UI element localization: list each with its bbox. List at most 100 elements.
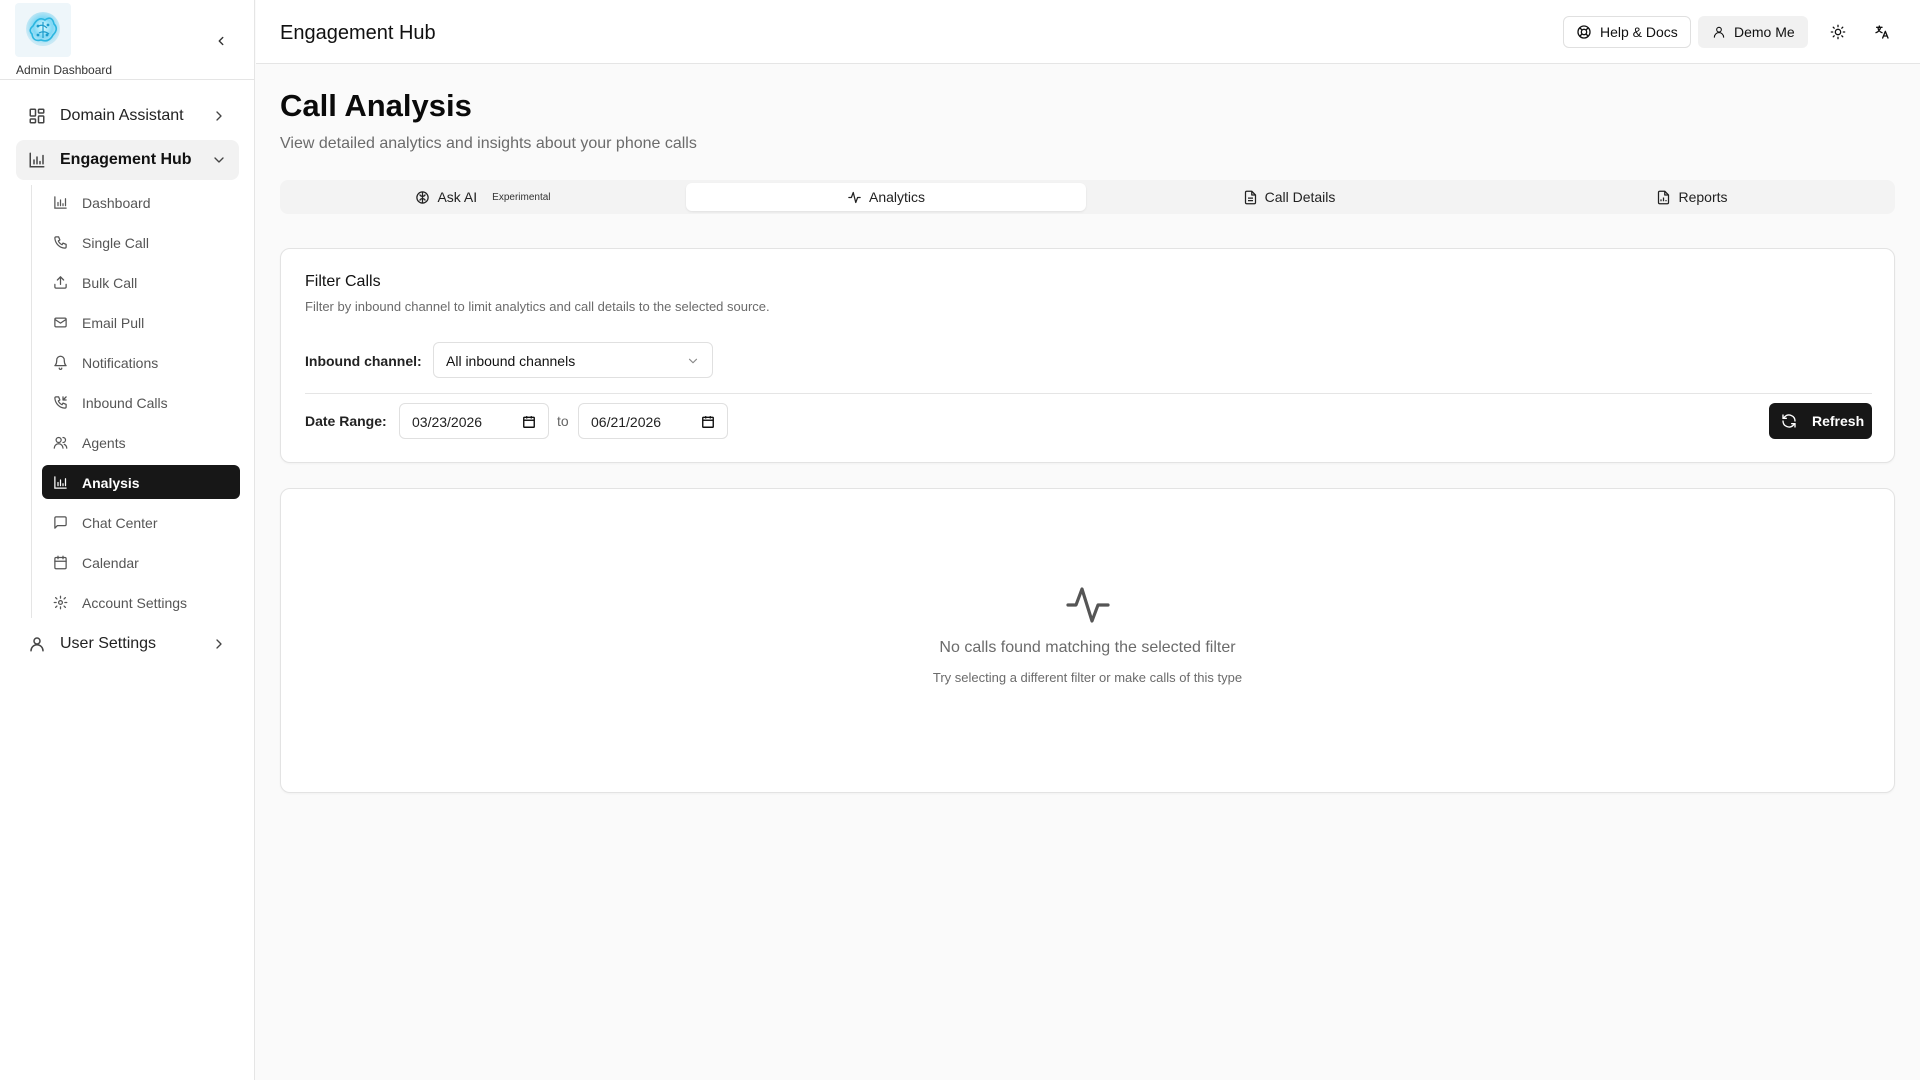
upload-icon <box>54 276 67 289</box>
help-docs-label: Help & Docs <box>1600 24 1678 40</box>
chevron-down-icon <box>214 157 224 163</box>
sidebar-item-analysis[interactable]: Analysis <box>42 465 240 499</box>
divider <box>305 393 1872 394</box>
sidebar: Admin Dashboard Domain Assistant Engagem… <box>0 0 255 1080</box>
sidebar-item-notifications[interactable]: Notifications <box>42 345 240 379</box>
inbound-channel-select[interactable]: All inbound channels <box>433 342 713 378</box>
sidebar-item-agents[interactable]: Agents <box>42 425 240 459</box>
phone-icon <box>54 236 67 249</box>
user-icon <box>1713 26 1725 38</box>
lifebuoy-icon <box>1577 25 1591 39</box>
mail-icon <box>54 317 67 328</box>
sidebar-item-label: Single Call <box>82 235 149 251</box>
help-docs-button[interactable]: Help & Docs <box>1563 16 1691 48</box>
tab-reports[interactable]: Reports <box>1492 183 1892 211</box>
theme-toggle-button[interactable] <box>1822 16 1854 48</box>
top-header: Engagement Hub Help & Docs Demo Me <box>256 0 1920 64</box>
sidebar-item-calendar[interactable]: Calendar <box>42 545 240 579</box>
gear-icon <box>53 595 68 610</box>
empty-state-subtitle: Try selecting a different filter or make… <box>932 670 1243 685</box>
refresh-label: Refresh <box>1812 413 1865 429</box>
date-to-input[interactable]: 06/21/2026 <box>578 403 728 439</box>
calendar-icon <box>54 555 67 570</box>
sidebar-brand: Admin Dashboard <box>0 0 255 80</box>
bar-chart-icon <box>54 196 67 209</box>
page-title: Call Analysis <box>280 88 472 123</box>
sidebar-item-account-settings[interactable]: Account Settings <box>42 585 240 619</box>
engagement-hub-subnav: Dashboard Single Call Bulk Call Email Pu… <box>31 185 241 618</box>
tab-label: Call Details <box>1264 189 1336 205</box>
sidebar-item-dashboard[interactable]: Dashboard <box>42 185 240 219</box>
sidebar-item-inbound-calls[interactable]: Inbound Calls <box>42 385 240 419</box>
sidebar-item-bulk-call[interactable]: Bulk Call <box>42 265 240 299</box>
chevron-right-icon <box>216 639 222 649</box>
header-title: Engagement Hub <box>280 22 436 44</box>
file-chart-icon <box>1658 190 1670 204</box>
tab-ask-ai[interactable]: Ask AI Experimental <box>283 183 683 211</box>
calendar-icon <box>523 416 535 428</box>
sidebar-item-label: Dashboard <box>82 195 151 211</box>
page-subtitle: View detailed analytics and insights abo… <box>280 135 697 152</box>
date-from-input[interactable]: 03/23/2026 <box>399 403 549 439</box>
translate-icon <box>1875 25 1889 39</box>
message-square-icon <box>54 516 67 529</box>
brand-label: Admin Dashboard <box>16 63 113 77</box>
sidebar-item-chat-center[interactable]: Chat Center <box>42 505 240 539</box>
sidebar-item-domain-assistant[interactable]: Domain Assistant <box>16 96 239 136</box>
sidebar-item-email-pull[interactable]: Email Pull <box>42 305 240 339</box>
users-icon <box>53 436 68 449</box>
sidebar-item-label: Account Settings <box>82 595 188 611</box>
sidebar-item-label: Calendar <box>82 555 139 571</box>
analytics-empty-state: No calls found matching the selected fil… <box>280 488 1895 793</box>
activity-icon <box>1066 587 1110 623</box>
brain-icon <box>416 190 430 204</box>
date-range-label: Date Range: <box>305 413 387 429</box>
refresh-icon <box>1782 414 1796 428</box>
date-range-to-label: to <box>557 413 569 429</box>
activity-icon <box>848 191 861 203</box>
sidebar-item-engagement-hub[interactable]: Engagement Hub <box>16 140 239 180</box>
sidebar-item-label: Inbound Calls <box>82 395 168 411</box>
sidebar-item-label: User Settings <box>60 635 157 652</box>
chevron-right-icon <box>216 111 222 121</box>
filter-calls-card: Filter Calls Filter by inbound channel t… <box>280 248 1895 463</box>
sidebar-item-label: Bulk Call <box>82 275 138 291</box>
chevron-left-icon <box>218 36 224 46</box>
language-button[interactable] <box>1866 16 1898 48</box>
bar-chart-icon <box>29 152 45 168</box>
tab-label: Analytics <box>868 189 926 205</box>
tab-label: Reports <box>1678 189 1728 205</box>
brand-logo-icon <box>15 3 71 57</box>
phone-incoming-icon <box>54 396 67 409</box>
inbound-channel-value: All inbound channels <box>446 353 576 369</box>
sidebar-item-label: Email Pull <box>82 315 145 331</box>
grid-icon <box>29 108 45 124</box>
empty-state-title: No calls found matching the selected fil… <box>939 639 1236 656</box>
sidebar-item-single-call[interactable]: Single Call <box>42 225 240 259</box>
chevron-down-icon <box>688 358 698 364</box>
tab-analytics[interactable]: Analytics <box>686 183 1086 211</box>
tab-call-details[interactable]: Call Details <box>1089 183 1489 211</box>
sidebar-item-label: Analysis <box>82 475 140 491</box>
user-icon <box>30 637 44 652</box>
sidebar-item-label: Agents <box>82 435 126 451</box>
experimental-badge: Experimental <box>492 191 551 203</box>
user-menu-button[interactable]: Demo Me <box>1698 16 1808 48</box>
sidebar-collapse-button[interactable] <box>210 30 232 52</box>
refresh-button[interactable]: Refresh <box>1769 403 1872 439</box>
tab-label: Ask AI <box>437 189 478 205</box>
filter-card-description: Filter by inbound channel to limit analy… <box>305 299 770 314</box>
sidebar-item-label: Engagement Hub <box>60 151 192 168</box>
user-name-label: Demo Me <box>1734 24 1795 40</box>
bar-chart-icon <box>54 476 67 489</box>
inbound-channel-label: Inbound channel: <box>305 353 422 369</box>
analysis-tabs: Ask AI Experimental Analytics Call Detai… <box>280 180 1895 214</box>
filter-card-title: Filter Calls <box>305 273 381 290</box>
file-text-icon <box>1244 190 1256 204</box>
calendar-icon <box>702 416 714 428</box>
sun-icon <box>1830 24 1846 40</box>
sidebar-item-label: Domain Assistant <box>60 107 184 124</box>
sidebar-item-label: Chat Center <box>82 515 158 531</box>
sidebar-item-user-settings[interactable]: User Settings <box>16 624 239 664</box>
sidebar-item-label: Notifications <box>82 355 159 371</box>
